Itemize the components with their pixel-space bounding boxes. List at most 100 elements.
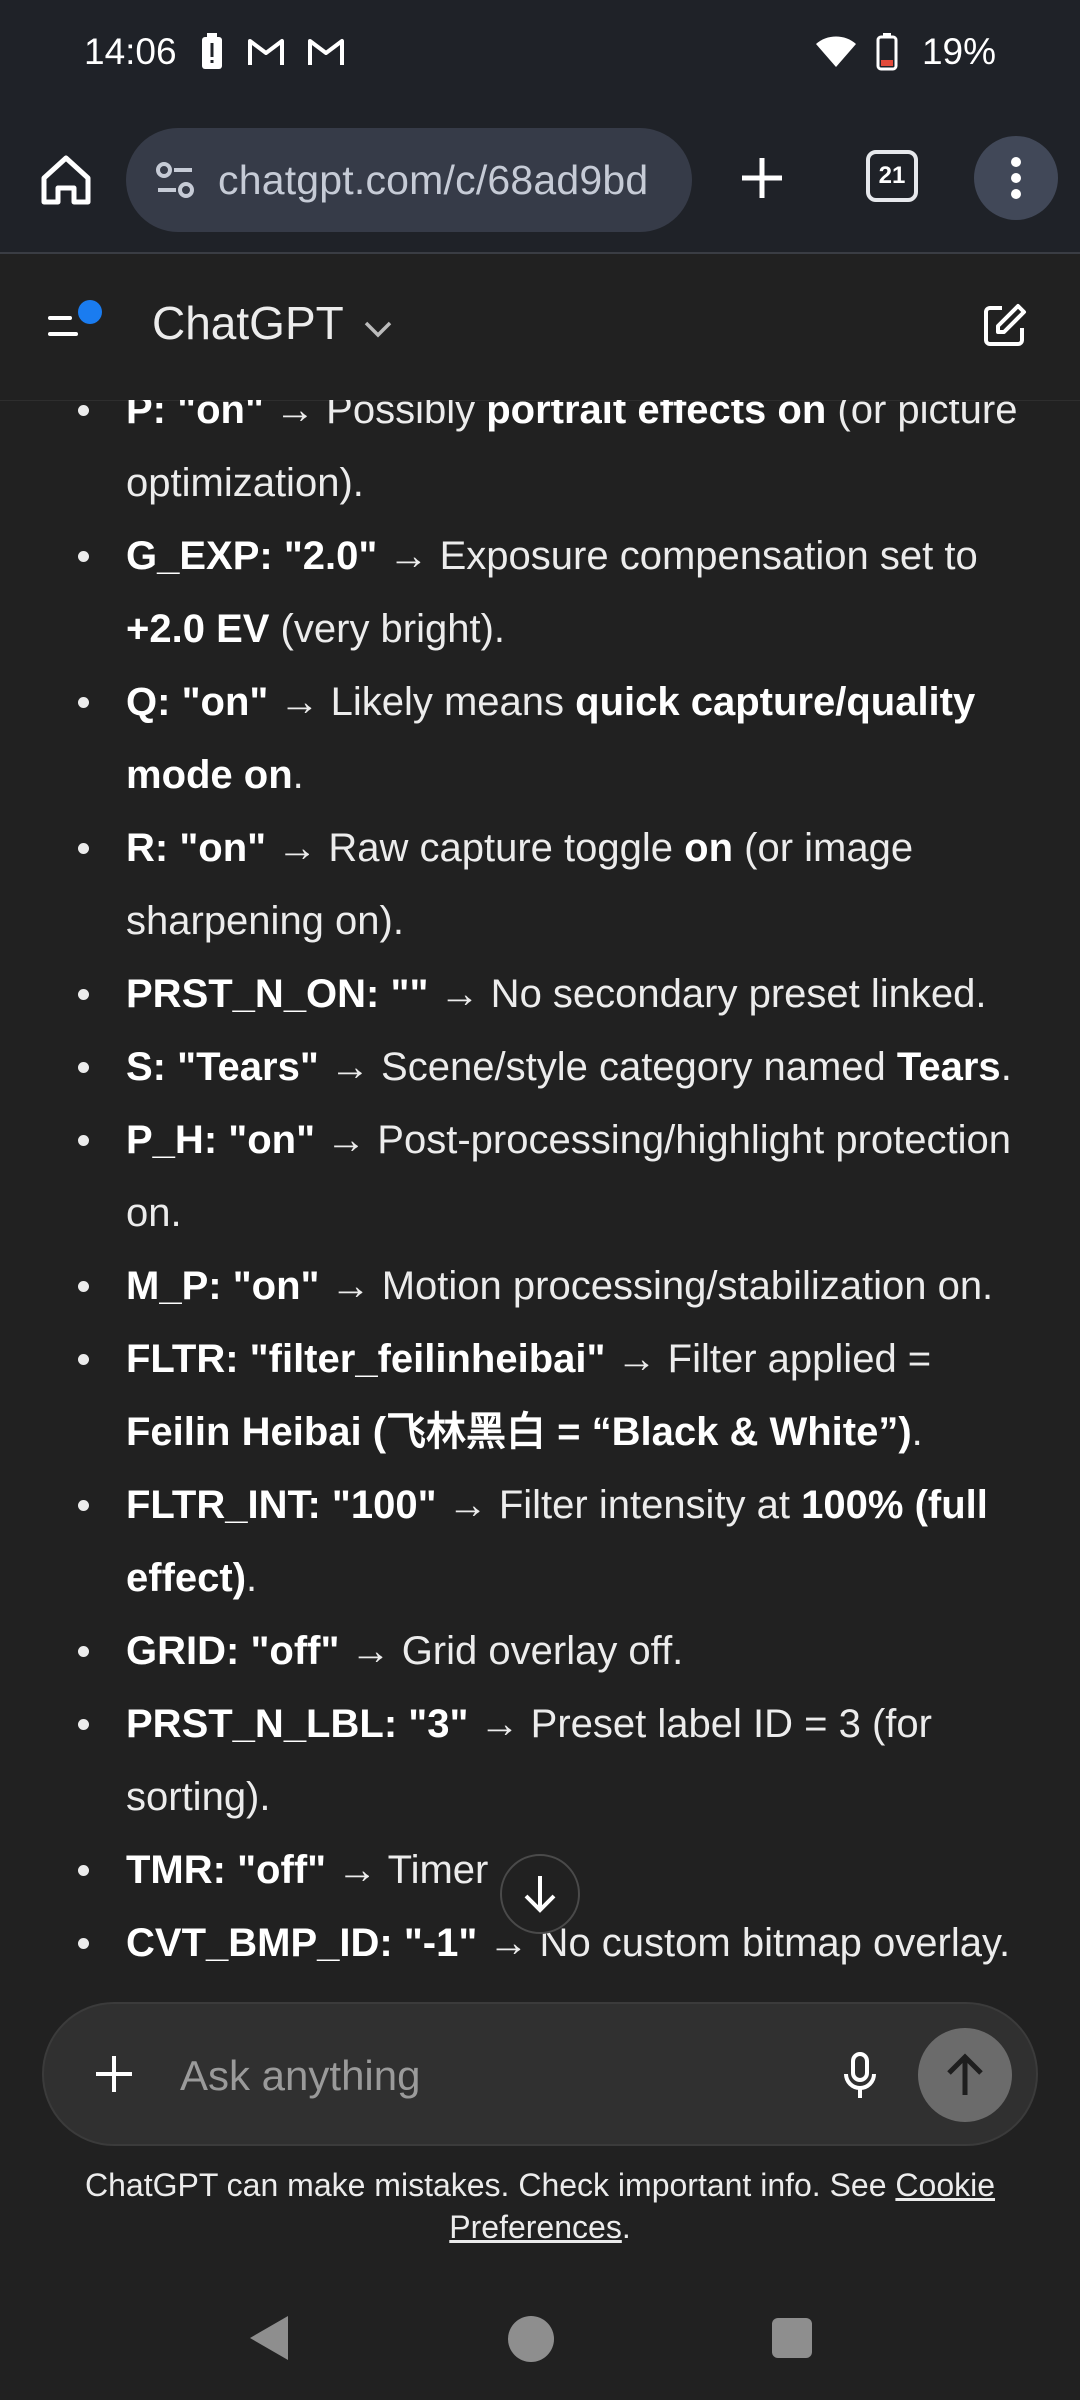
battery-low-icon [876, 33, 898, 71]
arrow-up-icon [947, 2053, 983, 2095]
bold-text: +2.0 EV [126, 607, 270, 651]
bold-text: G_EXP: [126, 534, 273, 578]
gmail-icon [307, 37, 345, 67]
text [273, 534, 284, 578]
new-tab-icon[interactable] [728, 144, 796, 212]
text [239, 1337, 250, 1381]
recents-icon[interactable] [772, 2318, 812, 2358]
battery-percent: 19% [921, 31, 996, 72]
text: → Raw capture toggle [266, 826, 685, 870]
text [226, 1848, 237, 1892]
bold-text: "off" [250, 1629, 340, 1673]
text [397, 1702, 408, 1746]
text: → Likely means [268, 680, 576, 724]
bullet-list: P: "on" → Possibly portrait effects on (… [0, 400, 1080, 1980]
text [170, 680, 181, 724]
text [168, 826, 179, 870]
message-input[interactable] [178, 2040, 822, 2112]
bold-text: Feilin Heibai (飞林黑白 = “Black & White”) [126, 1410, 912, 1454]
list-item: G_EXP: "2.0" → Exposure compensation set… [0, 520, 1080, 666]
bold-text: on [684, 826, 734, 870]
text: . [292, 753, 304, 797]
sidebar-menu-icon[interactable] [46, 298, 112, 354]
bold-text: "on" [181, 680, 269, 724]
text: → Motion processing/stabilization on. [319, 1264, 994, 1308]
text: → Filter intensity at [436, 1483, 802, 1527]
bold-text: "100" [331, 1483, 437, 1527]
bold-text: FLTR_INT: [126, 1483, 321, 1527]
bold-text: CVT_BMP_ID: [126, 1921, 393, 1965]
bold-text: GRID: [126, 1629, 240, 1673]
tab-count: 21 [878, 162, 906, 189]
scroll-to-bottom-button[interactable] [500, 1854, 580, 1934]
text [393, 1921, 404, 1965]
text [166, 1045, 177, 1089]
bold-text: "on" [179, 826, 267, 870]
composer [42, 2002, 1038, 2146]
bold-text: FLTR: [126, 1337, 239, 1381]
text [217, 1118, 228, 1162]
text [321, 1483, 332, 1527]
text: → Filter applied = [605, 1337, 932, 1381]
list-item: S: "Tears" → Scene/style category named … [0, 1031, 1080, 1104]
bold-text: "off" [237, 1848, 327, 1892]
bold-text: Q: [126, 680, 171, 724]
bold-text: portrait effects on [486, 400, 827, 432]
bold-text: "2.0" [283, 534, 378, 578]
bold-text: "" [390, 972, 429, 1016]
list-item: M_P: "on" → Motion processing/stabilizat… [0, 1250, 1080, 1323]
chat-message: P: "on" → Possibly portrait effects on (… [0, 400, 1080, 1990]
list-item: PRST_N_LBL: "3" → Preset label ID = 3 (f… [0, 1688, 1080, 1834]
bold-text: "on" [177, 400, 264, 432]
list-item: R: "on" → Raw capture toggle on (or imag… [0, 812, 1080, 958]
url-text: chatgpt.com/c/68ad9bd [218, 156, 649, 203]
address-bar[interactable]: chatgpt.com/c/68ad9bd [126, 128, 692, 232]
bold-text: PRST_N_LBL: [126, 1702, 398, 1746]
text: → Possibly [263, 400, 487, 432]
model-selector[interactable]: ChatGPT [152, 296, 394, 350]
app-title: ChatGPT [152, 297, 344, 349]
back-icon[interactable] [246, 2312, 292, 2364]
arrow-down-icon [524, 1876, 556, 1913]
browser-toolbar: chatgpt.com/c/68ad9bd 21 [0, 104, 1080, 254]
microphone-icon[interactable] [832, 2048, 888, 2104]
bold-text: "filter_feilinheibai" [249, 1337, 606, 1381]
site-settings-icon[interactable] [146, 150, 206, 210]
alert-battery-icon [199, 33, 225, 71]
disclaimer: ChatGPT can make mistakes. Check importa… [60, 2164, 1020, 2248]
bold-text: "3" [408, 1702, 469, 1746]
bold-text: P: [126, 400, 166, 432]
text: → Exposure compensation set to [377, 534, 978, 578]
text [379, 972, 390, 1016]
list-item: GRID: "off" → Grid overlay off. [0, 1615, 1080, 1688]
bold-text: S: [126, 1045, 166, 1089]
list-item: P_H: "on" → Post-processing/highlight pr… [0, 1104, 1080, 1250]
more-options-icon[interactable] [974, 136, 1058, 220]
bold-text: M_P: [126, 1264, 222, 1308]
add-attachment-icon[interactable] [88, 2048, 140, 2100]
text [222, 1264, 233, 1308]
text [166, 400, 177, 432]
text: → Scene/style category named [318, 1045, 897, 1089]
home-icon[interactable] [34, 148, 98, 212]
bold-text: Tears [896, 1045, 1001, 1089]
disclaimer-text: ChatGPT can make mistakes. Check importa… [84, 2167, 896, 2203]
list-item: FLTR_INT: "100" → Filter intensity at 10… [0, 1469, 1080, 1615]
text: . [1000, 1045, 1012, 1089]
text: → Grid overlay off. [339, 1629, 684, 1673]
home-nav-icon[interactable] [508, 2316, 554, 2362]
bold-text: P_H: [126, 1118, 218, 1162]
list-item: PRST_N_ON: "" → No secondary preset link… [0, 958, 1080, 1031]
text: → No secondary preset linked. [428, 972, 987, 1016]
status-bar: 14:06 19% [0, 0, 1080, 104]
new-chat-icon[interactable] [980, 300, 1030, 350]
bold-text: "on" [232, 1264, 320, 1308]
system-nav-bar [0, 2290, 1080, 2400]
tab-switcher-button[interactable]: 21 [866, 150, 918, 202]
bold-text: "on" [228, 1118, 316, 1162]
send-button[interactable] [918, 2028, 1012, 2122]
text: . [246, 1556, 258, 1600]
gmail-icon [247, 37, 285, 67]
chevron-down-icon [362, 296, 394, 350]
text: (very bright). [269, 607, 506, 651]
